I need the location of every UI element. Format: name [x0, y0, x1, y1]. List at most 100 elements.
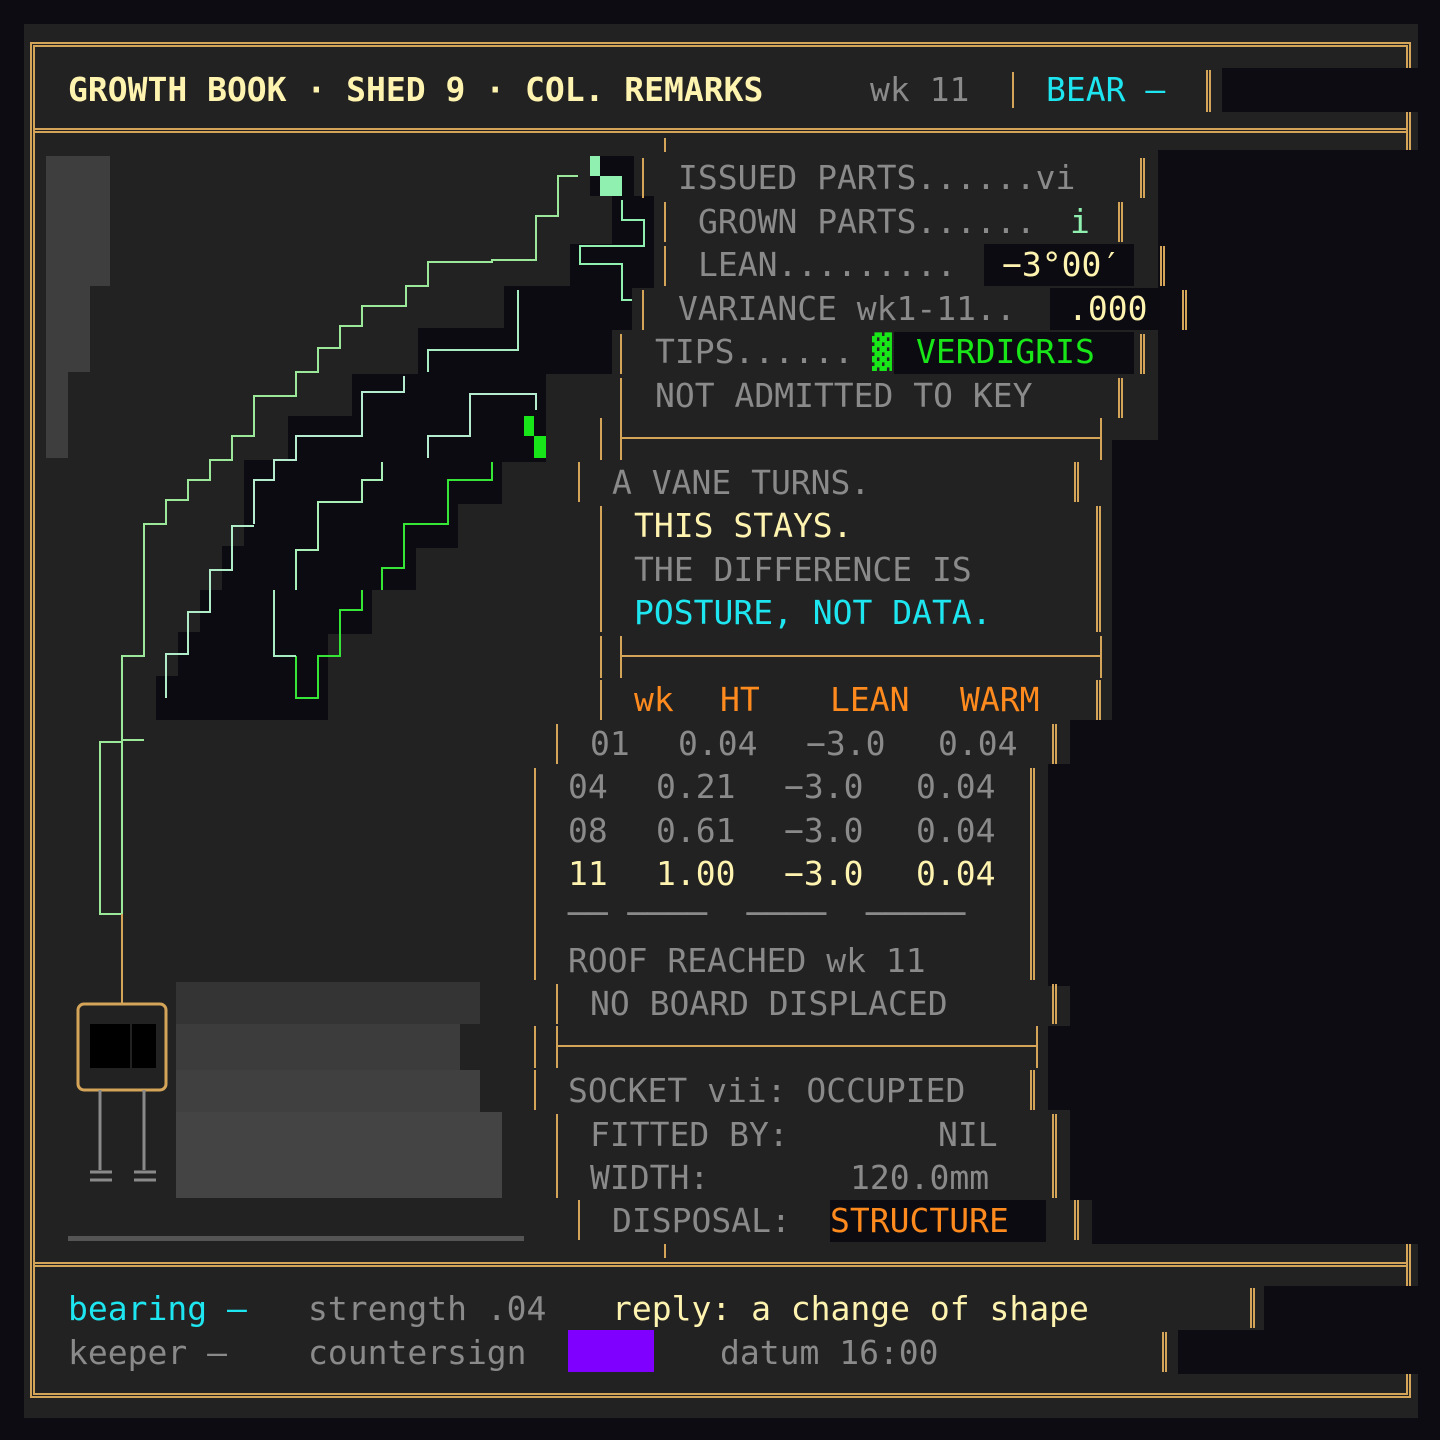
- variance-value: .000: [1068, 289, 1148, 328]
- remarks-void: [1112, 440, 1418, 722]
- parts-bar-left: [642, 290, 644, 330]
- fitted-value: NIL: [938, 1115, 998, 1154]
- divider-tick: [620, 418, 622, 460]
- remarks-bar-left: [578, 462, 580, 502]
- dither-bar: [176, 1070, 480, 1112]
- parts-bar-right: [1160, 246, 1165, 286]
- socket-void: [1092, 1198, 1418, 1244]
- grey-bar: [176, 1112, 502, 1156]
- parts-bar-left: [664, 246, 666, 286]
- grown-parts-label: GROWN PARTS......: [698, 202, 1036, 241]
- disposal-label: DISPOSAL:: [612, 1201, 791, 1240]
- grown-parts-value: i: [1070, 202, 1090, 241]
- remark-line-3: THE DIFFERENCE IS: [634, 550, 972, 589]
- no-board: NO BOARD DISPLACED: [590, 984, 948, 1023]
- table-cell: 0.04: [916, 811, 996, 850]
- table-bar-left: [556, 984, 558, 1024]
- table-bar-left: [600, 680, 602, 720]
- lean-value: −3°00′: [1002, 245, 1122, 284]
- ground-lines: [90, 1090, 156, 1182]
- table-cell: 0.04: [678, 724, 758, 763]
- parts-bar-right: [1140, 158, 1145, 198]
- divider-tick: [600, 418, 602, 460]
- inner-stem-6: [165, 525, 254, 698]
- table-rule: ── ──── ──── ─────: [568, 894, 966, 933]
- table-cell: 0.61: [656, 811, 736, 850]
- socket-block: [132, 1024, 156, 1068]
- footer-bar-end: [1162, 1332, 1167, 1372]
- socket-bar-right: [1052, 1114, 1057, 1198]
- table-cell: 1.00: [656, 854, 736, 893]
- remarks-bar-left: [600, 506, 602, 632]
- col-header-wk: wk: [634, 680, 674, 719]
- socket-status: SOCKET vii: OCCUPIED: [568, 1071, 966, 1110]
- col-header-lean: LEAN: [830, 680, 910, 719]
- table-cell: 04: [568, 767, 608, 806]
- table-cell: 01: [590, 724, 630, 763]
- not-admitted: NOT ADMITTED TO KEY: [655, 376, 1033, 415]
- table-cell: 0.21: [656, 767, 736, 806]
- verdigris-tip: [534, 436, 546, 458]
- divider-tick: [1100, 636, 1102, 678]
- tip-pixel: [590, 156, 600, 176]
- table-cell: 11: [568, 854, 608, 893]
- socket-bar-left: [556, 1114, 558, 1198]
- width-value: 120.0mm: [850, 1158, 990, 1197]
- socket-bar-left: [578, 1200, 580, 1240]
- parts-bar-right: [1182, 290, 1187, 330]
- remarks-table-divider: [620, 655, 1102, 657]
- center-tick: [664, 138, 666, 152]
- inner-stem-4: [427, 393, 537, 458]
- table-cell: −3.0: [784, 854, 864, 893]
- grey-underline: [68, 1236, 524, 1241]
- table-bar-right: [1052, 984, 1057, 1024]
- divider-tick: [534, 1026, 536, 1068]
- socket-bar-right: [1074, 1200, 1079, 1240]
- center-tick: [664, 1244, 666, 1258]
- table-cell: −3.0: [784, 767, 864, 806]
- table-socket-divider: [556, 1045, 1038, 1047]
- table-bar-right: [1030, 768, 1035, 980]
- parts-void: [1158, 150, 1418, 440]
- inner-stem-1: [579, 200, 645, 301]
- grey-bar: [176, 1156, 502, 1198]
- inner-stem-2: [427, 290, 519, 372]
- col-header-warm: WARM: [960, 680, 1040, 719]
- table-void: [1048, 764, 1418, 986]
- footer-strength: strength .04: [308, 1289, 547, 1328]
- parts-bar-right: [1140, 334, 1145, 374]
- fitted-label: FITTED BY:: [590, 1115, 789, 1154]
- footer-keeper: keeper —: [68, 1333, 227, 1372]
- col-header-ht: HT: [720, 680, 760, 719]
- remark-line-4: POSTURE, NOT DATA.: [634, 593, 992, 632]
- footer-datum: datum 16:00: [720, 1333, 939, 1372]
- table-cell: 0.04: [916, 767, 996, 806]
- tip-pixel: [600, 176, 622, 196]
- table-cell: −3.0: [806, 724, 886, 763]
- table-bar-right: [1052, 724, 1057, 764]
- divider-tick: [1036, 1026, 1038, 1068]
- tips-value: VERDIGRIS: [916, 332, 1095, 371]
- countersign-swatch[interactable]: [568, 1330, 654, 1372]
- divider-tick: [620, 636, 622, 678]
- table-cell: 08: [568, 811, 608, 850]
- lean-label: LEAN.........: [698, 245, 957, 284]
- variance-label: VARIANCE wk1-11..: [678, 289, 1016, 328]
- parts-bar-right: [1118, 202, 1123, 242]
- parts-bar-left: [664, 202, 666, 242]
- parts-bar-left: [642, 158, 644, 198]
- inner-stem-9: [273, 590, 296, 657]
- divider-tick: [556, 1026, 558, 1068]
- width-label: WIDTH:: [590, 1158, 710, 1197]
- dither-bar: [176, 982, 480, 1024]
- footer-void: [1264, 1286, 1418, 1330]
- table-bar-left: [556, 724, 558, 764]
- remarks-bar-right: [1074, 462, 1079, 502]
- socket-void: [1070, 1110, 1418, 1200]
- dither-bar: [176, 1024, 460, 1070]
- socket-bar-right: [1030, 1070, 1035, 1110]
- parts-bar-left: [620, 378, 622, 418]
- footer-bar-end: [1250, 1288, 1255, 1328]
- remark-line-1: A VANE TURNS.: [612, 463, 871, 502]
- issued-parts: ISSUED PARTS......vi: [678, 158, 1076, 197]
